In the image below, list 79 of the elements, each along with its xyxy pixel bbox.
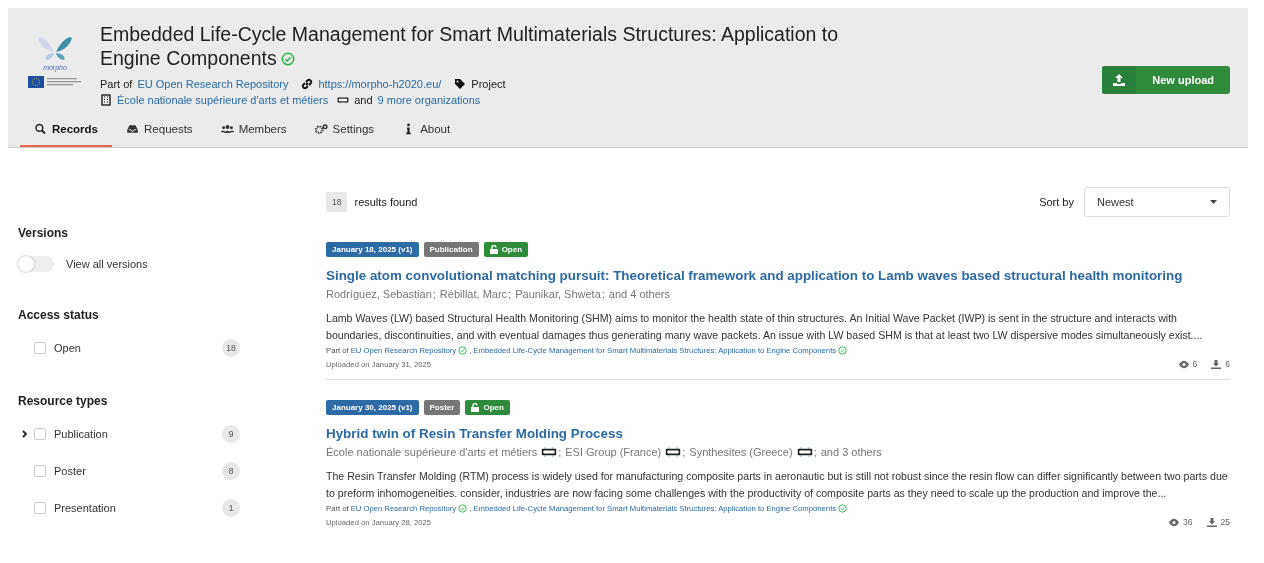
downloads-count: 25: [1220, 517, 1230, 527]
facet-count: 8: [222, 462, 240, 480]
checkbox[interactable]: [34, 502, 46, 514]
creator-name: Paunikar, Shweta: [515, 288, 601, 300]
facet-heading: Resource types: [18, 394, 109, 408]
facet-heading: Access status: [18, 308, 100, 322]
more-organizations-link[interactable]: 9 more organizations: [377, 93, 481, 107]
new-upload-button[interactable]: New upload: [1102, 66, 1230, 94]
separator: ;: [558, 446, 562, 458]
website-link[interactable]: https://morpho-h2020.eu/: [318, 77, 442, 91]
community-type: Project: [471, 77, 506, 91]
access-badge: Open: [465, 400, 510, 415]
views-count: 36: [1183, 517, 1193, 527]
access-badge: Open: [483, 242, 529, 257]
butterfly-icon: [37, 34, 73, 62]
date-badge: January 30, 2025 (v1): [326, 400, 419, 415]
organization-link[interactable]: École nationale supérieure d'arts et métiers: [117, 93, 329, 107]
sort-dropdown[interactable]: Newest: [1084, 187, 1230, 217]
users-icon: [220, 123, 234, 135]
community-title: Embedded Life-Cycle Management for Smart Multimaterials Structures: Application to Engine Components: [100, 22, 840, 70]
caret-icon: [1210, 200, 1217, 204]
link-icon: [301, 78, 314, 90]
creator-name: ESI Group (France): [565, 446, 662, 458]
tab[interactable]: Settings: [300, 115, 389, 147]
creator-name: Rébillat, Marc: [439, 288, 508, 300]
chevron-icon[interactable]: [20, 429, 30, 439]
facet-count: 9: [222, 425, 240, 443]
download-icon: [1206, 517, 1217, 527]
checkbox[interactable]: [34, 342, 46, 354]
checkbox[interactable]: [34, 465, 46, 477]
tab[interactable]: Records: [20, 115, 113, 147]
downloads-count: 6: [1225, 359, 1230, 369]
results-label: results found: [354, 196, 419, 208]
separator: ;: [432, 288, 436, 300]
facet-label: Poster: [54, 465, 87, 477]
search-icon: [34, 123, 47, 135]
record-description: Lamb Waves (LW) based Structural Health Monitoring (SHM) aims to monitor the health state of thin structures. An Initial Wave Packet (IWP) is sent in the structure and interacts with boundaries, discontinuities, and with eventual damages thus generating many wave packets. An issue with LW based SHM is that at least two LW dispersive modes simultaneously exist....: [326, 311, 1204, 343]
part-of-label: Part of: [100, 77, 133, 91]
record-description: The Resin Transfer Molding (RTM) process is widely used for manufacturing composite parts in aeronautic but is still not robust since the resin flow can differ significantly between two parts due to preform inhomogeneities. consider, industries are now facing some challenges with the productivity of composite parts as they need to scale up the production and improve the...: [326, 469, 1229, 501]
facet-heading: Versions: [18, 226, 70, 240]
tab[interactable]: Members: [206, 115, 301, 147]
results-count: 18: [326, 192, 348, 212]
tag-icon: [454, 78, 467, 90]
eye-icon: [1169, 517, 1180, 527]
facet-label: Open: [54, 342, 82, 354]
download-icon: [1211, 359, 1222, 369]
eye-icon: [1178, 359, 1189, 369]
type-badge: Poster: [423, 400, 461, 415]
separator: ;: [682, 446, 686, 458]
date-badge: January 18, 2025 (v1): [326, 242, 419, 257]
separator: ;: [813, 446, 817, 458]
separator: ;: [601, 288, 605, 300]
facet-label: Publication: [54, 428, 109, 440]
creator-name: École nationale supérieure d'arts et métiers: [326, 446, 538, 458]
others-text: and 4 others: [608, 288, 670, 300]
facet-count: 18: [222, 339, 240, 357]
facet-count: 1: [222, 499, 240, 517]
building-icon: [100, 94, 112, 106]
eu-flag-drawing: [28, 76, 82, 88]
creator-name: Rodríguez, Sebastian: [326, 288, 432, 300]
and-text: and: [354, 93, 373, 107]
others-text: and 3 others: [820, 446, 882, 458]
sort-label: Sort by: [1039, 196, 1074, 208]
facet-label: Presentation: [54, 502, 117, 514]
record-title-link[interactable]: Single atom convolutional matching pursuit: Theoretical framework and application to Lamb waves based structural health monitoring: [326, 267, 1230, 285]
checkbox[interactable]: [34, 428, 46, 440]
creator-name: Synthesites (Greece): [689, 446, 793, 458]
repository-link[interactable]: EU Open Research Repository: [137, 77, 289, 91]
gears-icon: [314, 123, 328, 135]
inbox-icon: [126, 123, 140, 135]
tab[interactable]: About: [388, 115, 465, 147]
views-count: 6: [1192, 359, 1198, 369]
record-title-link[interactable]: Hybrid twin of Resin Transfer Molding Process: [326, 425, 1230, 443]
type-badge: Publication: [423, 242, 479, 257]
tab[interactable]: Requests: [112, 115, 207, 147]
versions-toggle[interactable]: [18, 256, 54, 272]
upload-icon: [1113, 74, 1126, 86]
toggle-label: View all versions: [66, 258, 148, 270]
separator: ;: [508, 288, 512, 300]
